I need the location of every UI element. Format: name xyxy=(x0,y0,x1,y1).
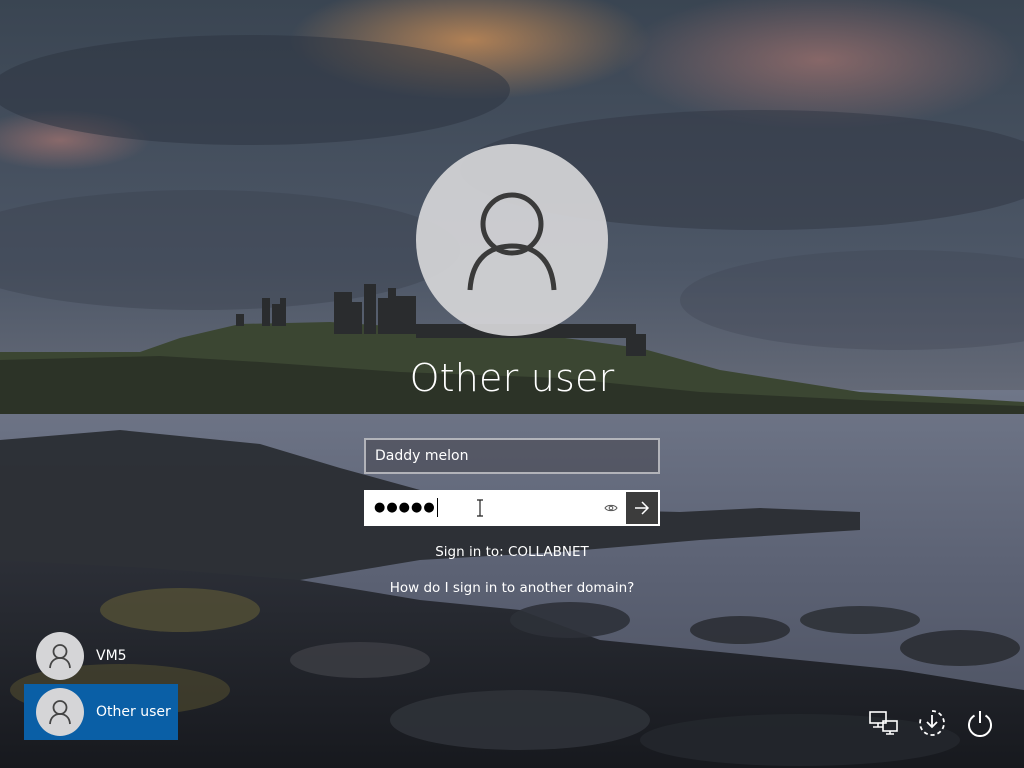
user-tile-label: Other user xyxy=(96,704,171,720)
system-tray xyxy=(868,704,996,742)
text-caret xyxy=(436,498,438,517)
user-silhouette-icon xyxy=(49,644,71,669)
network-icon xyxy=(869,711,898,735)
account-display-name: Other user xyxy=(409,356,615,400)
user-tile-vm5[interactable]: VM5 xyxy=(24,628,178,684)
user-list: VM5 Other user xyxy=(24,628,178,740)
user-silhouette-icon xyxy=(467,192,557,291)
user-silhouette-icon xyxy=(49,700,71,725)
other-domain-link[interactable]: How do I sign in to another domain? xyxy=(312,580,712,596)
ease-of-access-icon xyxy=(919,710,945,736)
ibeam-cursor-icon xyxy=(476,499,484,521)
password-field-container: ●●●●● xyxy=(364,490,660,526)
username-field[interactable]: Daddy melon xyxy=(364,438,660,474)
password-mask: ●●●●● xyxy=(374,500,436,515)
user-avatar-large xyxy=(416,144,608,336)
power-icon xyxy=(968,711,992,737)
network-button[interactable] xyxy=(868,707,900,739)
user-avatar xyxy=(36,688,84,736)
user-avatar xyxy=(36,632,84,680)
sign-in-domain-text: Sign in to: COLLABNET xyxy=(435,544,589,560)
arrow-right-icon xyxy=(635,501,650,515)
submit-arrow-button[interactable] xyxy=(626,492,658,524)
user-tile-other-user[interactable]: Other user xyxy=(24,684,178,740)
reveal-password-icon[interactable] xyxy=(600,498,622,518)
power-button[interactable] xyxy=(964,707,996,739)
ease-of-access-button[interactable] xyxy=(916,707,948,739)
user-tile-label: VM5 xyxy=(96,648,127,664)
